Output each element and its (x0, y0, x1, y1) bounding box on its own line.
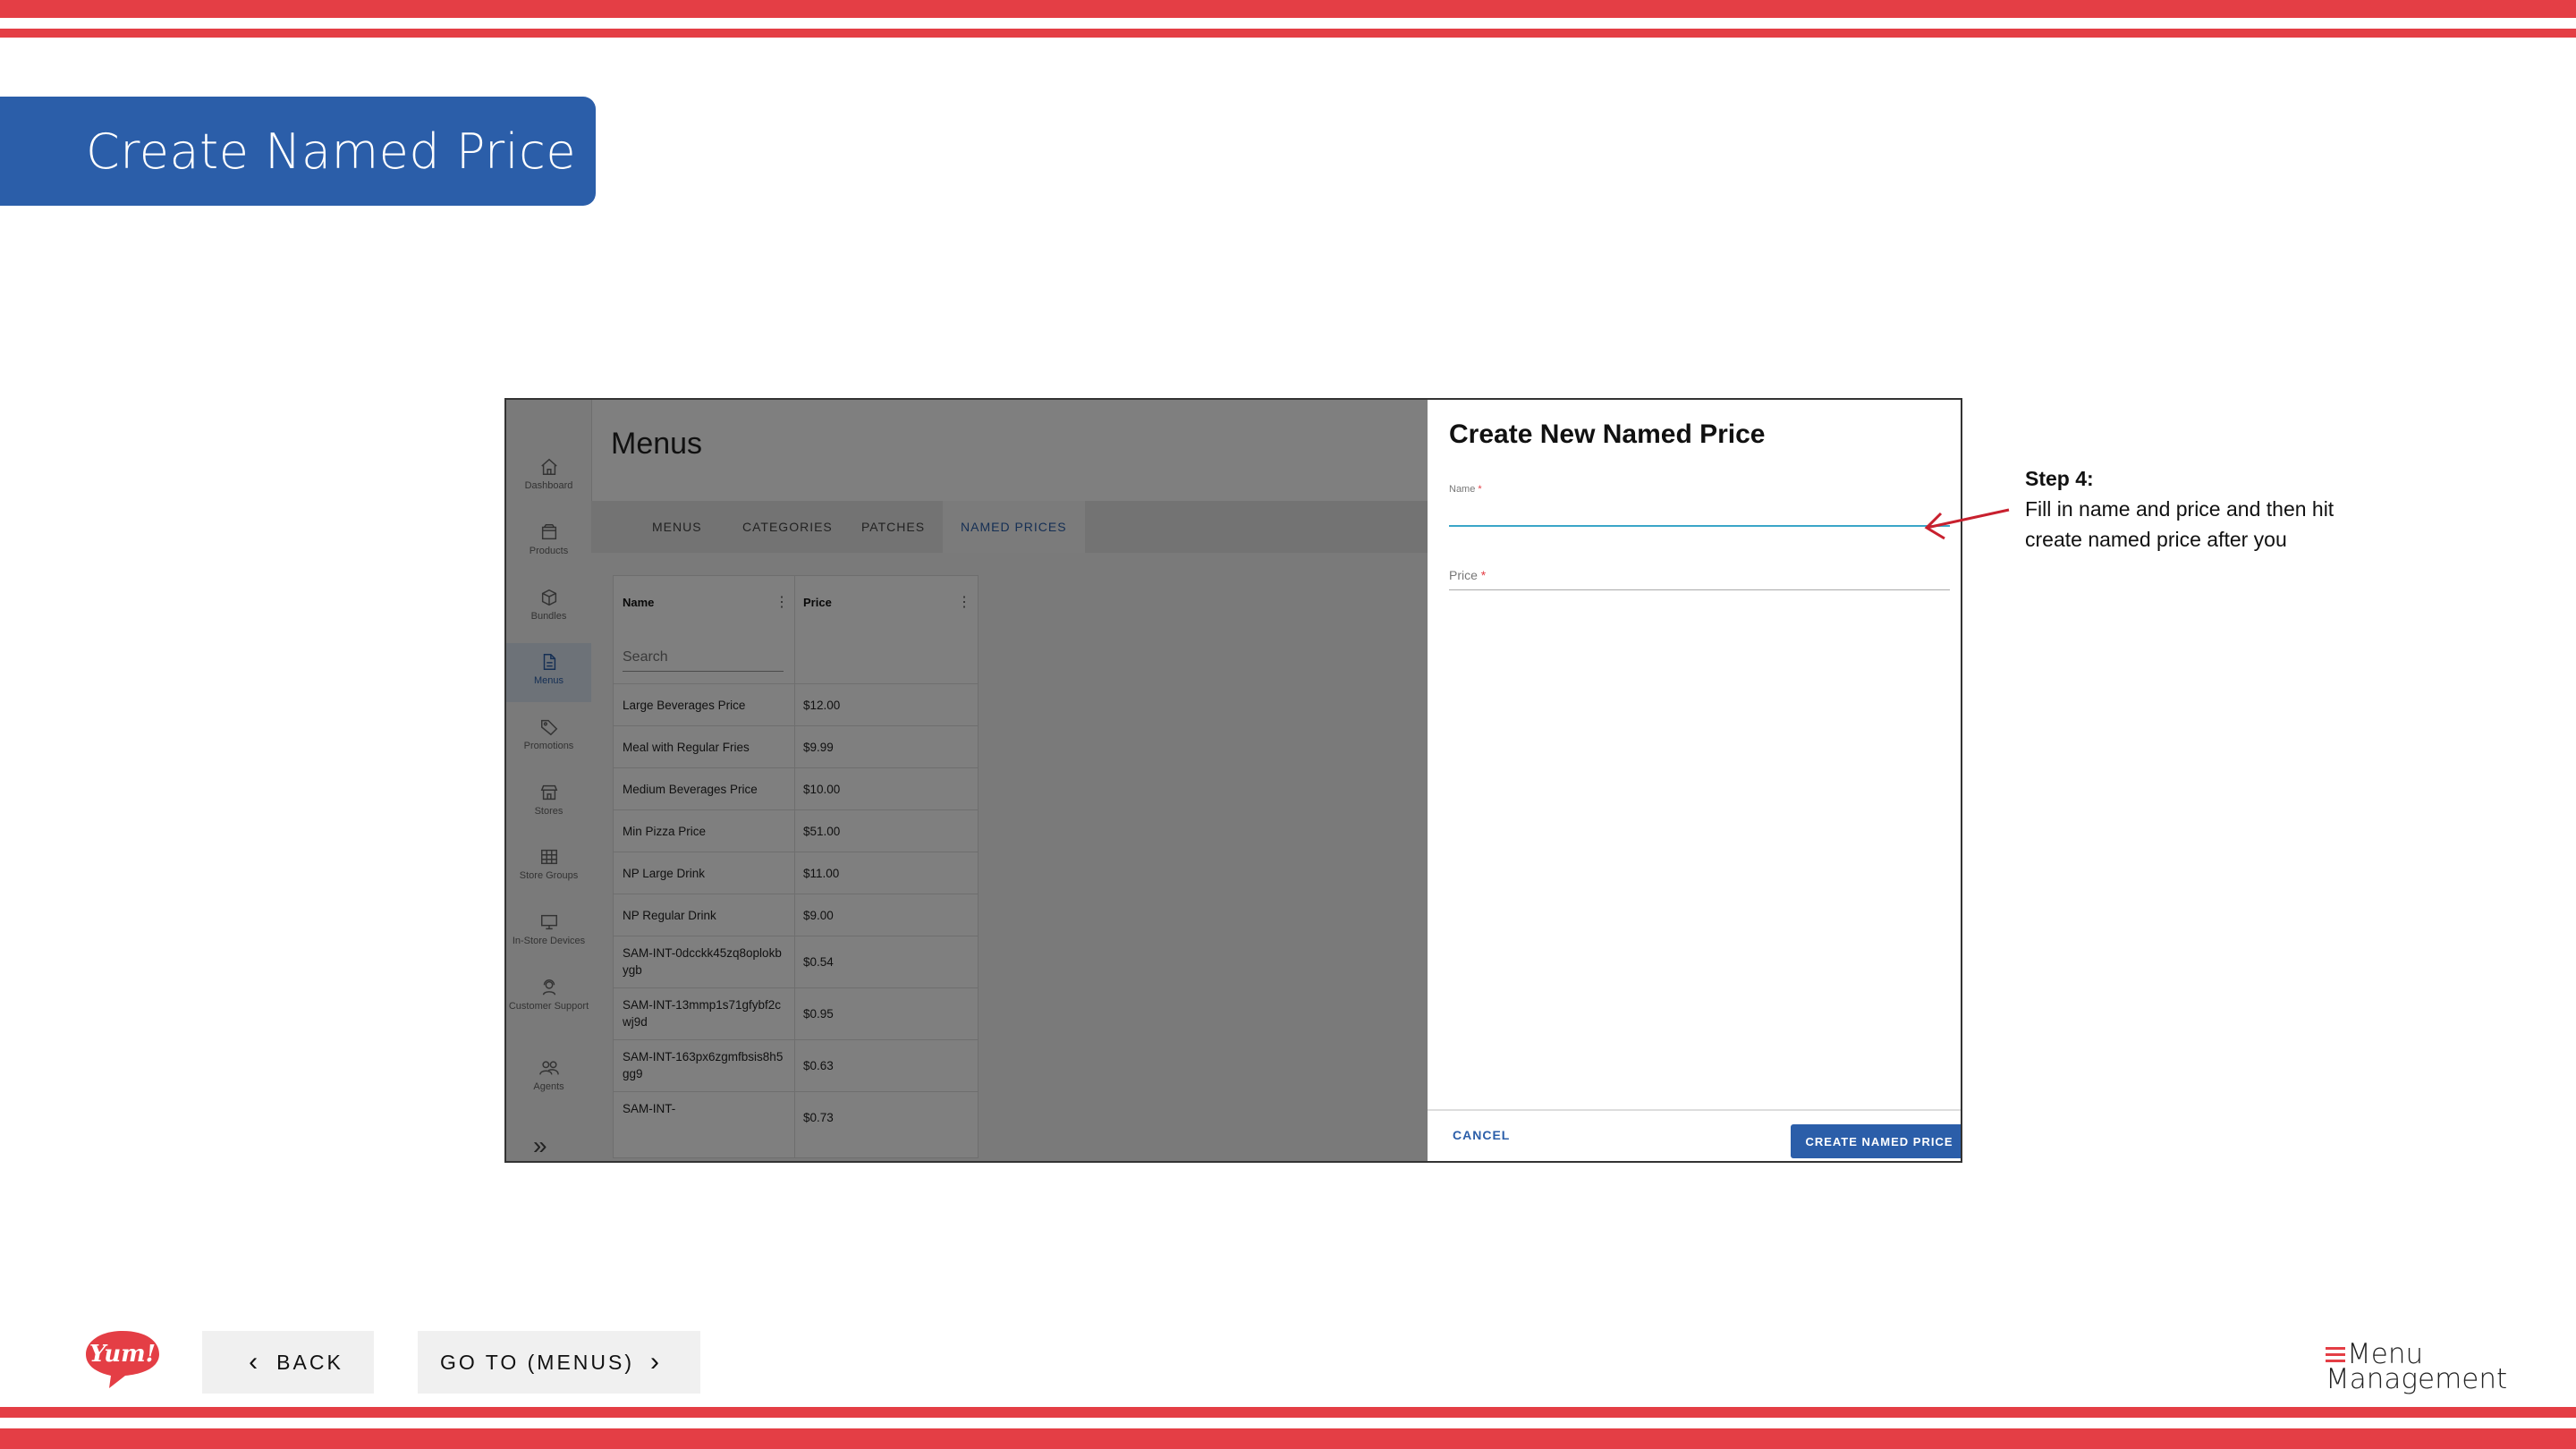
yum-logo-text: Yum! (89, 1341, 156, 1368)
menu-bars-icon (2326, 1347, 2345, 1362)
required-mark: * (1478, 484, 1482, 495)
price-field[interactable] (1449, 566, 1950, 588)
step-label: Step 4: (2025, 467, 2094, 490)
create-named-price-panel: Create New Named Price Name * Price * CA… (1428, 400, 1961, 1161)
top-stripe-1 (0, 0, 2576, 18)
top-stripe-2 (0, 29, 2576, 38)
app-screenshot: Dashboard Products Bundles Menus Promoti… (504, 398, 1962, 1163)
bottom-stripe-2 (0, 1428, 2576, 1449)
go-to-label: GO TO (MENUS) (439, 1350, 635, 1374)
name-field-underline (1449, 525, 1950, 527)
go-to-menus-button[interactable]: GO TO (MENUS) › (418, 1331, 700, 1394)
price-field-underline (1449, 589, 1950, 590)
name-label-text: Name (1449, 484, 1476, 495)
slide-title-banner: Create Named Price (0, 97, 596, 206)
bottom-stripe-1 (0, 1407, 2576, 1418)
chevron-left-icon: ‹ (249, 1347, 261, 1377)
step-annotation: Step 4: Fill in name and price and then … (2025, 463, 2383, 555)
name-field[interactable] (1449, 498, 1950, 521)
name-field-label: Name * (1449, 484, 1482, 495)
app-main-area: Dashboard Products Bundles Menus Promoti… (506, 400, 1428, 1161)
chevron-right-icon: › (650, 1347, 663, 1377)
back-label: BACK (276, 1350, 343, 1374)
annotation-arrow-icon (1924, 508, 2010, 540)
panel-title: Create New Named Price (1449, 419, 1766, 449)
panel-footer-divider (1428, 1109, 1961, 1111)
yum-logo: Yum! (86, 1331, 159, 1388)
back-button[interactable]: ‹ BACK (202, 1331, 374, 1394)
slide-title: Create Named Price (86, 123, 577, 180)
logo-text-line2: Management (2326, 1363, 2508, 1395)
modal-backdrop[interactable] (506, 400, 1428, 1161)
create-named-price-button[interactable]: CREATE NAMED PRICE (1791, 1124, 1961, 1158)
step-text: Fill in name and price and then hit crea… (2025, 497, 2334, 551)
cancel-button[interactable]: CANCEL (1445, 1123, 1517, 1148)
